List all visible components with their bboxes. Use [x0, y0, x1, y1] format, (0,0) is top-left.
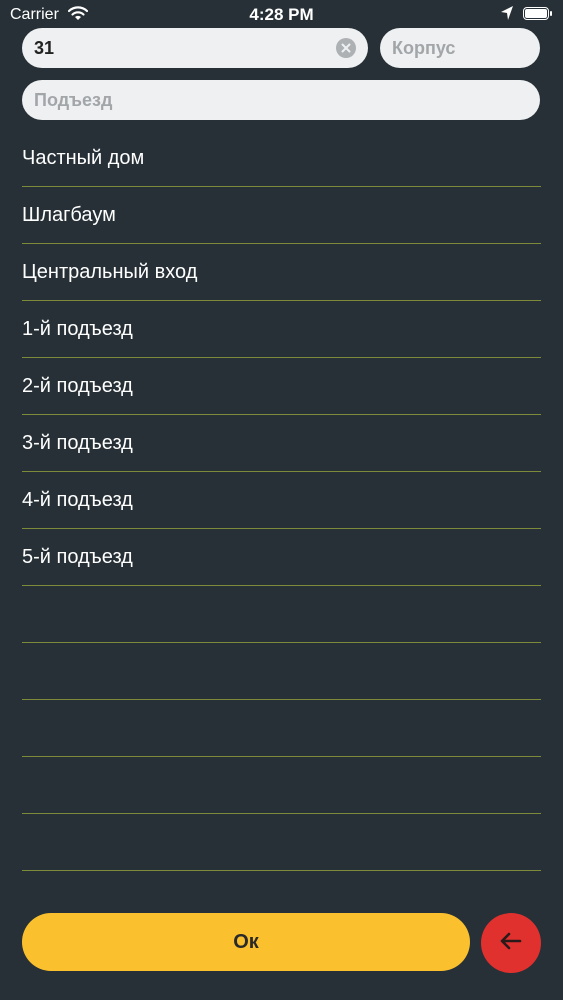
- battery-icon: [523, 7, 552, 20]
- list-item[interactable]: 4-й подъезд: [22, 472, 541, 529]
- list-item[interactable]: [22, 643, 541, 700]
- list-item-label: 2-й подъезд: [22, 374, 133, 397]
- clock: 4:28 PM: [249, 5, 314, 24]
- arrow-left-icon: [500, 932, 522, 955]
- list-item[interactable]: 1-й подъезд: [22, 301, 541, 358]
- list-item[interactable]: [22, 757, 541, 814]
- list-item[interactable]: [22, 814, 541, 871]
- list-item[interactable]: [22, 700, 541, 757]
- ok-button[interactable]: Ок: [22, 913, 470, 971]
- list-item[interactable]: Шлагбаум: [22, 187, 541, 244]
- list-item[interactable]: 5-й подъезд: [22, 529, 541, 586]
- entrance-placeholder: Подъезд: [34, 89, 113, 110]
- house-number-value[interactable]: 31: [34, 38, 336, 59]
- list-item-label: Центральный вход: [22, 260, 198, 283]
- list-item-label: 3-й подъезд: [22, 431, 133, 454]
- location-arrow-icon: [500, 5, 514, 26]
- list-item[interactable]: Частный дом: [22, 130, 541, 187]
- status-bar: Carrier 4:28 PM: [0, 0, 563, 28]
- list-item[interactable]: [22, 586, 541, 643]
- list-item-label: Шлагбаум: [22, 203, 116, 226]
- corpus-placeholder: Корпус: [392, 37, 456, 58]
- ok-button-label: Ок: [233, 930, 259, 953]
- list-item-label: Частный дом: [22, 146, 145, 169]
- list-item-label: 4-й подъезд: [22, 488, 133, 511]
- entrance-list: Частный дом Шлагбаум Центральный вход 1-…: [22, 130, 541, 871]
- clear-icon[interactable]: [336, 38, 356, 58]
- entrance-field[interactable]: Подъезд: [22, 80, 540, 120]
- list-item[interactable]: 2-й подъезд: [22, 358, 541, 415]
- corpus-field[interactable]: Корпус: [380, 28, 540, 68]
- list-item[interactable]: Центральный вход: [22, 244, 541, 301]
- list-item-label: 5-й подъезд: [22, 545, 133, 568]
- list-item[interactable]: 3-й подъезд: [22, 415, 541, 472]
- back-button[interactable]: [481, 913, 541, 973]
- list-item-label: 1-й подъезд: [22, 317, 133, 340]
- house-number-field[interactable]: 31: [22, 28, 368, 68]
